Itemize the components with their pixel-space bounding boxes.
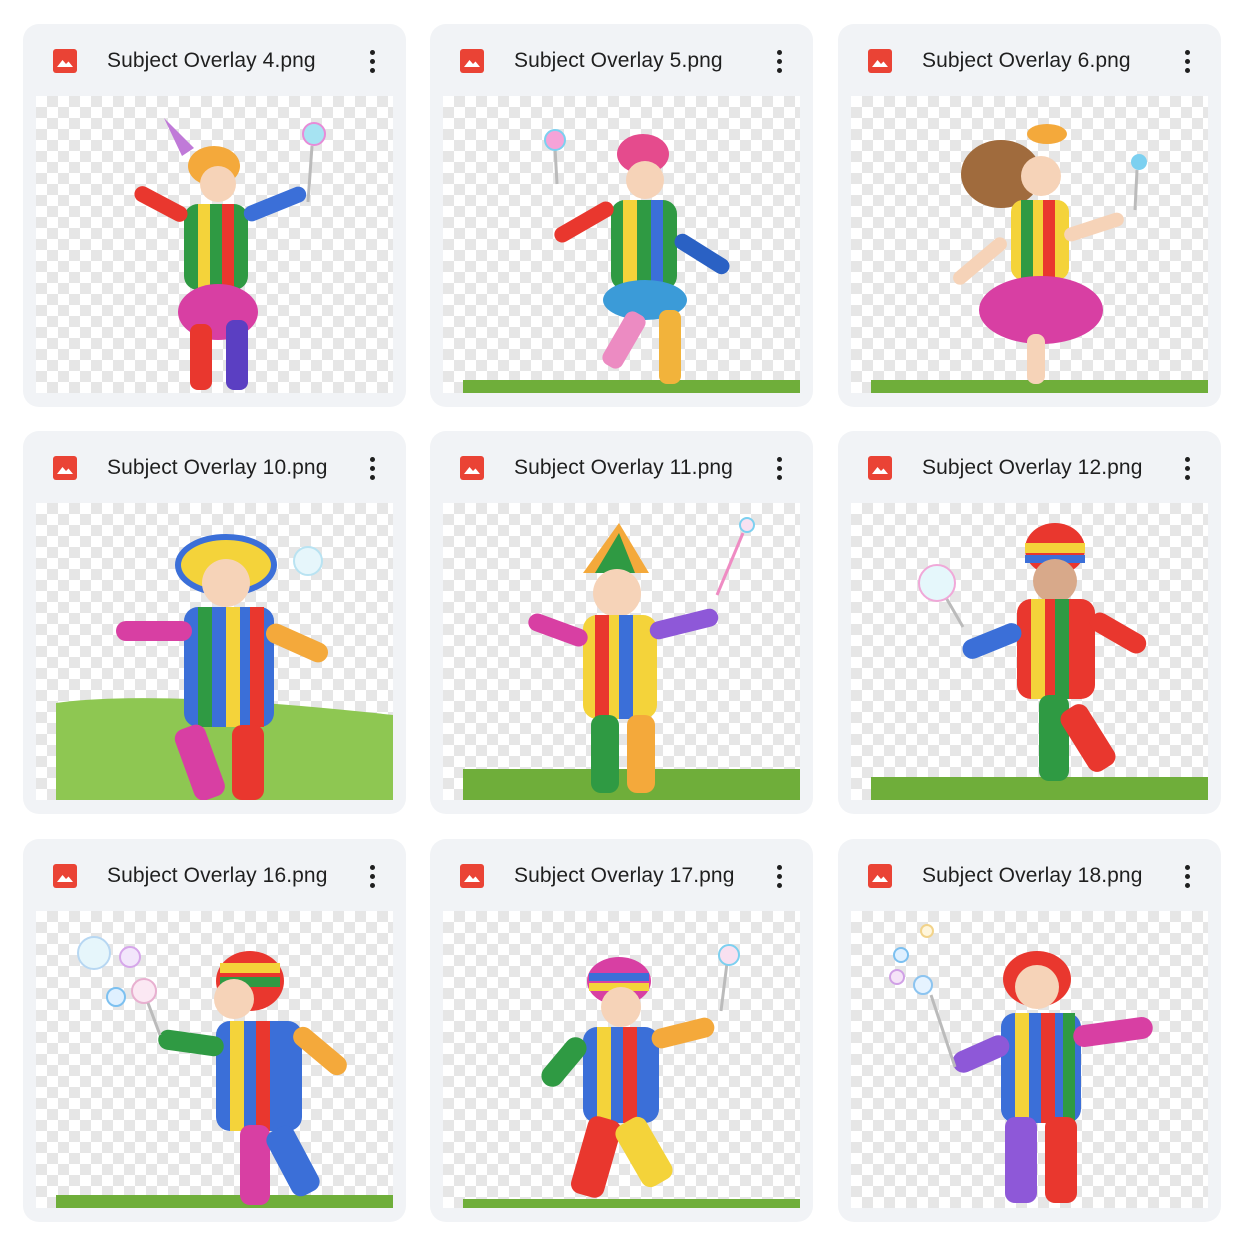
image-file-icon [460, 864, 484, 888]
image-file-icon [460, 49, 484, 73]
file-name: Subject Overlay 12.png [922, 456, 1143, 479]
file-card-header: Subject Overlay 17.png [430, 839, 813, 911]
file-card-header: Subject Overlay 10.png [23, 431, 406, 503]
file-card[interactable]: Subject Overlay 4.png [23, 24, 406, 407]
child-rainbow-costume-image [463, 129, 800, 393]
child-rainbow-costume-image [463, 944, 800, 1208]
child-rainbow-costume-image [889, 924, 1153, 1203]
image-file-icon [868, 456, 892, 480]
file-name: Subject Overlay 18.png [922, 864, 1143, 887]
file-thumbnail[interactable] [851, 911, 1208, 1208]
child-rainbow-costume-image [871, 124, 1208, 393]
more-options-button[interactable] [1173, 44, 1201, 78]
file-name: Subject Overlay 4.png [107, 49, 316, 72]
file-thumbnail[interactable] [851, 96, 1208, 393]
file-thumbnail[interactable] [36, 96, 393, 393]
file-card[interactable]: Subject Overlay 5.png [430, 24, 813, 407]
file-card-header: Subject Overlay 18.png [838, 839, 1221, 911]
file-name: Subject Overlay 16.png [107, 864, 328, 887]
file-card-header: Subject Overlay 5.png [430, 24, 813, 96]
more-options-button[interactable] [765, 451, 793, 485]
file-thumbnail[interactable] [36, 503, 393, 800]
file-card[interactable]: Subject Overlay 12.png [838, 431, 1221, 814]
file-grid: Subject Overlay 4.png Subject Overlay 5.… [0, 0, 1238, 1236]
child-rainbow-costume-image [134, 118, 326, 390]
image-file-icon [868, 49, 892, 73]
file-card[interactable]: Subject Overlay 11.png [430, 431, 813, 814]
child-rainbow-costume-image [56, 936, 393, 1208]
file-card[interactable]: Subject Overlay 10.png [23, 431, 406, 814]
file-card-header: Subject Overlay 11.png [430, 431, 813, 503]
more-options-button[interactable] [358, 859, 386, 893]
image-file-icon [53, 864, 77, 888]
file-thumbnail[interactable] [443, 911, 800, 1208]
more-options-button[interactable] [1173, 859, 1201, 893]
file-name: Subject Overlay 11.png [514, 456, 733, 479]
child-rainbow-costume-image [463, 517, 800, 800]
more-options-button[interactable] [358, 451, 386, 485]
file-card[interactable]: Subject Overlay 17.png [430, 839, 813, 1222]
image-file-icon [868, 864, 892, 888]
file-card[interactable]: Subject Overlay 16.png [23, 839, 406, 1222]
file-card-header: Subject Overlay 6.png [838, 24, 1221, 96]
file-thumbnail[interactable] [36, 911, 393, 1208]
more-options-button[interactable] [1173, 451, 1201, 485]
image-file-icon [53, 456, 77, 480]
more-options-button[interactable] [765, 44, 793, 78]
file-thumbnail[interactable] [851, 503, 1208, 800]
file-thumbnail[interactable] [443, 503, 800, 800]
file-name: Subject Overlay 10.png [107, 456, 328, 479]
child-rainbow-costume-image [56, 534, 393, 800]
more-options-button[interactable] [765, 859, 793, 893]
file-card-header: Subject Overlay 4.png [23, 24, 406, 96]
file-card-header: Subject Overlay 16.png [23, 839, 406, 911]
file-thumbnail[interactable] [443, 96, 800, 393]
image-file-icon [53, 49, 77, 73]
file-name: Subject Overlay 6.png [922, 49, 1131, 72]
more-options-button[interactable] [358, 44, 386, 78]
file-card[interactable]: Subject Overlay 18.png [838, 839, 1221, 1222]
child-rainbow-costume-image [871, 523, 1208, 800]
file-name: Subject Overlay 5.png [514, 49, 723, 72]
image-file-icon [460, 456, 484, 480]
file-name: Subject Overlay 17.png [514, 864, 735, 887]
file-card[interactable]: Subject Overlay 6.png [838, 24, 1221, 407]
file-card-header: Subject Overlay 12.png [838, 431, 1221, 503]
